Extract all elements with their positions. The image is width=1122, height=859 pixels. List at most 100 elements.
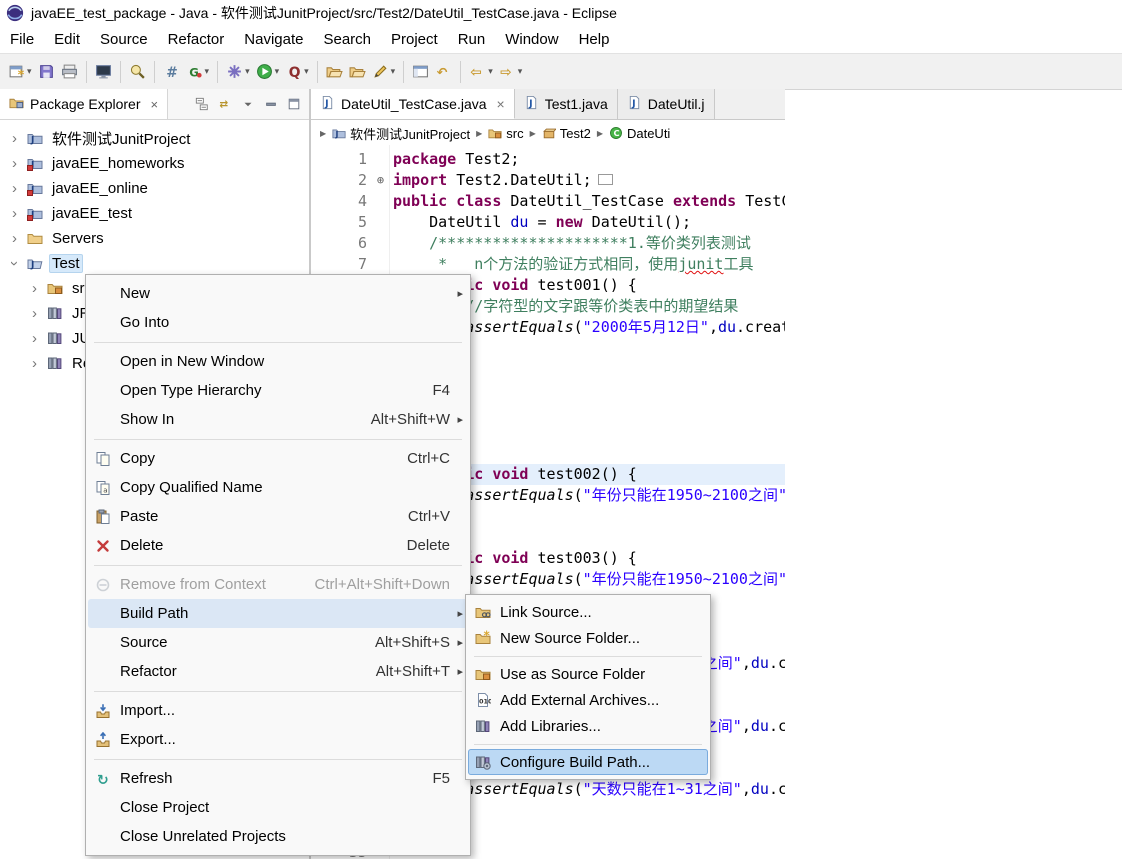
breadcrumb-item-dateuti[interactable]: C DateUti xyxy=(607,125,672,142)
tree-item-test[interactable]: › J Test xyxy=(6,252,83,274)
collapse-all-button[interactable] xyxy=(195,97,209,111)
debug-button[interactable]: ▾ xyxy=(223,58,253,85)
open-resource-button[interactable] xyxy=(346,58,369,85)
collapsed-code-icon[interactable] xyxy=(597,174,613,185)
new-wizard-dropdown-arrow[interactable]: ▾ xyxy=(27,66,32,77)
back-button[interactable]: ⇦ ▾ xyxy=(466,58,496,85)
menu-item-export[interactable]: Export... xyxy=(88,725,468,754)
expand-arrow-icon[interactable]: › xyxy=(8,155,21,172)
coverage-dropdown-arrow[interactable]: ▾ xyxy=(304,66,309,77)
svg-text:#: # xyxy=(166,65,178,80)
coverage-button[interactable]: Q ▾ xyxy=(282,58,312,85)
external-tools-icon: G xyxy=(186,63,203,80)
expand-arrow-icon[interactable]: › xyxy=(8,205,21,222)
menu-item-configure-build-path[interactable]: Configure Build Path... xyxy=(468,749,708,775)
search-button[interactable] xyxy=(126,58,149,85)
open-perspective-button[interactable] xyxy=(409,58,432,85)
expand-arrow-icon[interactable]: › xyxy=(28,355,41,372)
minimize-button[interactable] xyxy=(264,97,278,111)
new-wizard-button[interactable]: * ▾ xyxy=(5,58,35,85)
line-number[interactable]: 7 xyxy=(311,254,367,275)
menu-item-copy-qualified-name[interactable]: a Copy Qualified Name xyxy=(88,473,468,502)
tab-close-icon[interactable]: × xyxy=(497,96,505,112)
menu-item-refresh[interactable]: ↻ Refresh F5 xyxy=(88,764,468,793)
package-explorer-tab[interactable]: Package Explorer × xyxy=(0,89,169,119)
save-button[interactable] xyxy=(35,58,58,85)
menu-item-import[interactable]: Import... xyxy=(88,696,468,725)
print-button[interactable] xyxy=(58,58,81,85)
breadcrumb-expand-icon[interactable]: ▶ xyxy=(320,129,326,138)
back-dropdown-arrow[interactable]: ▾ xyxy=(488,66,493,77)
menu-item-add-libraries[interactable]: Add Libraries... xyxy=(468,713,708,739)
menu-item-build-path[interactable]: Build Path ▸ xyxy=(88,599,468,628)
menu-item-open-in-new-window[interactable]: Open in New Window xyxy=(88,347,468,376)
line-number[interactable]: 6 xyxy=(311,233,367,254)
menu-project[interactable]: Project xyxy=(381,28,448,51)
menu-edit[interactable]: Edit xyxy=(44,28,90,51)
breadcrumb-item-test2[interactable]: Test2 xyxy=(540,125,593,142)
expand-arrow-icon[interactable]: › xyxy=(8,230,21,247)
menu-item-new-source-folder[interactable]: * New Source Folder... xyxy=(468,625,708,651)
menu-refactor[interactable]: Refactor xyxy=(158,28,235,51)
menu-item-new[interactable]: New ▸ xyxy=(88,279,468,308)
breadcrumb-item-src[interactable]: src xyxy=(486,125,525,142)
open-type-button[interactable] xyxy=(323,58,346,85)
menu-navigate[interactable]: Navigate xyxy=(234,28,313,51)
external-tools-dropdown-arrow[interactable]: ▾ xyxy=(205,66,210,77)
debug-dropdown-arrow[interactable]: ▾ xyxy=(245,66,250,77)
menu-item-copy[interactable]: Copy Ctrl+C xyxy=(88,444,468,473)
menu-help[interactable]: Help xyxy=(569,28,620,51)
run-button[interactable]: ▾ xyxy=(253,58,283,85)
line-number[interactable]: 1 xyxy=(311,149,367,170)
annotations-button[interactable]: ▾ xyxy=(369,58,399,85)
line-number[interactable]: 5 xyxy=(311,212,367,233)
expand-arrow-icon[interactable]: › xyxy=(28,280,41,297)
collapse-arrow-icon[interactable]: › xyxy=(6,257,23,270)
menu-item-refactor[interactable]: Refactor Alt+Shift+T ▸ xyxy=(88,657,468,686)
line-number[interactable]: 2 xyxy=(311,170,367,191)
menu-file[interactable]: File xyxy=(0,28,44,51)
tree-item-javaee-online[interactable]: › JjavaEE_online xyxy=(8,177,151,199)
annotations-dropdown-arrow[interactable]: ▾ xyxy=(391,66,396,77)
last-edit-location-button[interactable]: ↶ xyxy=(432,58,455,85)
run-dropdown-arrow[interactable]: ▾ xyxy=(275,66,280,77)
menu-item-go-into[interactable]: Go Into xyxy=(88,308,468,337)
external-tools-button[interactable]: G ▾ xyxy=(183,58,213,85)
tree-item-javaee-homeworks[interactable]: › JjavaEE_homeworks xyxy=(8,152,188,174)
expand-arrow-icon[interactable]: › xyxy=(8,180,21,197)
menu-item-close-project[interactable]: Close Project xyxy=(88,793,468,822)
menu-item-source[interactable]: Source Alt+Shift+S ▸ xyxy=(88,628,468,657)
view-close-icon[interactable]: × xyxy=(151,97,159,112)
editor-tab-test1-java[interactable]: J Test1.java xyxy=(514,89,618,119)
menu-item-paste[interactable]: Paste Ctrl+V xyxy=(88,502,468,531)
menu-run[interactable]: Run xyxy=(448,28,496,51)
menu-item-close-unrelated-projects[interactable]: Close Unrelated Projects xyxy=(88,822,468,851)
open-console-button[interactable] xyxy=(92,58,115,85)
menu-item-add-external-archives[interactable]: 010 Add External Archives... xyxy=(468,687,708,713)
menu-source[interactable]: Source xyxy=(90,28,158,51)
line-number[interactable]: 4 xyxy=(311,191,367,212)
tree-item-servers[interactable]: › Servers xyxy=(8,227,107,249)
new-java-project-button[interactable]: # xyxy=(160,58,183,85)
maximize-button[interactable] xyxy=(287,97,301,111)
menu-item-open-type-hierarchy[interactable]: Open Type Hierarchy F4 xyxy=(88,376,468,405)
menu-item-delete[interactable]: Delete Delete xyxy=(88,531,468,560)
fold-expand-icon[interactable]: ⊕ xyxy=(373,170,388,191)
menu-item-link-source[interactable]: Link Source... xyxy=(468,599,708,625)
view-menu-button[interactable] xyxy=(241,97,255,111)
expand-arrow-icon[interactable]: › xyxy=(28,305,41,322)
expand-arrow-icon[interactable]: › xyxy=(28,330,41,347)
tree-item-javaee-test[interactable]: › JjavaEE_test xyxy=(8,202,135,224)
editor-tab-dateutil-testcase-java[interactable]: J DateUtil_TestCase.java × xyxy=(311,89,515,119)
breadcrumb-item-junitproject[interactable]: J 软件测试JunitProject xyxy=(330,123,472,144)
expand-arrow-icon[interactable]: › xyxy=(8,130,21,147)
forward-dropdown-arrow[interactable]: ▾ xyxy=(518,66,523,77)
forward-button[interactable]: ⇨ ▾ xyxy=(496,58,526,85)
menu-window[interactable]: Window xyxy=(495,28,568,51)
link-with-editor-button[interactable]: ⇄ xyxy=(218,97,232,111)
menu-search[interactable]: Search xyxy=(313,28,381,51)
tree-item-junitproject[interactable]: › J 软件测试JunitProject xyxy=(8,127,193,149)
editor-tab-dateutil-j[interactable]: J DateUtil.j xyxy=(617,89,715,119)
menu-item-show-in[interactable]: Show In Alt+Shift+W ▸ xyxy=(88,405,468,434)
menu-item-use-as-source-folder[interactable]: Use as Source Folder xyxy=(468,661,708,687)
